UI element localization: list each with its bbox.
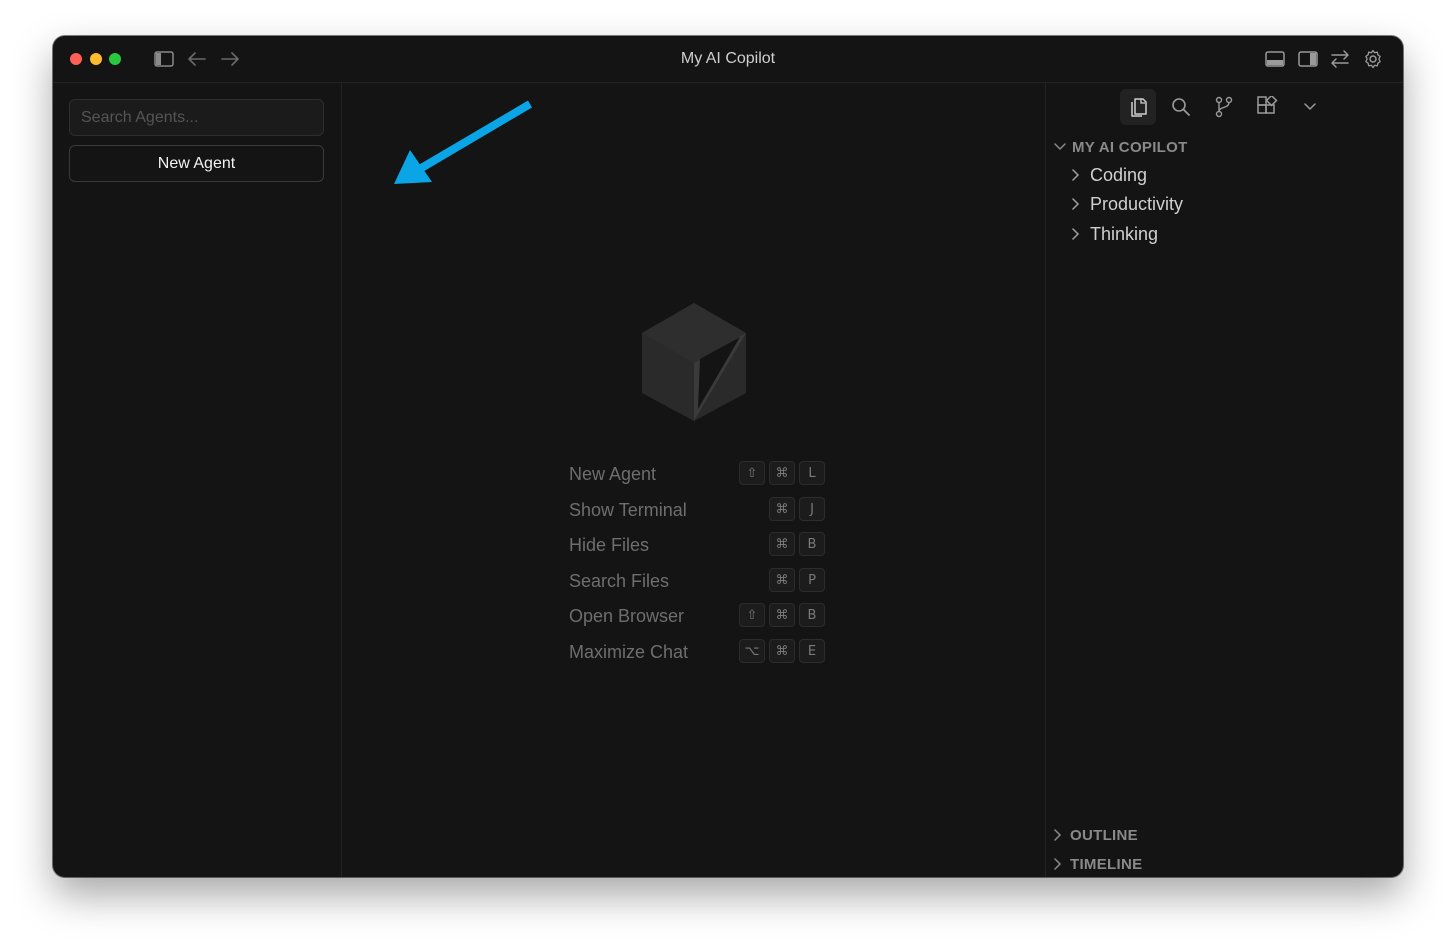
new-agent-button[interactable]: New Agent bbox=[69, 145, 324, 182]
chevron-down-icon bbox=[1054, 143, 1066, 151]
shortcut-key: B bbox=[799, 603, 825, 627]
shortcut-label: New Agent bbox=[569, 464, 657, 484]
timeline-label: TIMELINE bbox=[1070, 855, 1143, 873]
timeline-section[interactable]: TIMELINE bbox=[1054, 854, 1142, 874]
shortcut-row: Maximize Chat ⌥ ⌘ E bbox=[569, 639, 825, 665]
tree-item-coding[interactable]: Coding bbox=[1072, 163, 1147, 187]
tree-item-label: Productivity bbox=[1090, 193, 1184, 214]
extensions-icon[interactable] bbox=[1249, 89, 1285, 125]
tree-item-productivity[interactable]: Productivity bbox=[1072, 192, 1183, 216]
shortcut-keys: ⇧ ⌘ L bbox=[739, 461, 825, 485]
chevron-right-icon bbox=[1072, 169, 1080, 181]
tree-header-label: MY AI COPILOT bbox=[1072, 138, 1188, 156]
shortcut-key: ⌘ bbox=[769, 639, 795, 663]
shortcut-label: Hide Files bbox=[569, 535, 650, 555]
shortcut-row: New Agent ⇧ ⌘ L bbox=[569, 461, 825, 487]
chevron-right-icon bbox=[1054, 858, 1062, 870]
explorer-panel: MY AI COPILOT Coding Productivity Thinki… bbox=[1045, 83, 1403, 877]
shortcut-key: ⌘ bbox=[769, 497, 795, 521]
swap-arrows-icon[interactable] bbox=[1329, 48, 1351, 70]
shortcut-key: ⇧ bbox=[739, 461, 765, 485]
shortcut-key: ⌘ bbox=[769, 568, 795, 592]
shortcut-row: Open Browser ⇧ ⌘ B bbox=[569, 603, 825, 629]
shortcut-label: Show Terminal bbox=[569, 500, 687, 520]
shortcut-keys: ⌘ B bbox=[769, 532, 825, 556]
chevron-right-icon bbox=[1054, 829, 1062, 841]
cube-logo-icon bbox=[640, 301, 748, 428]
settings-gear-icon[interactable] bbox=[1362, 48, 1384, 70]
shortcut-key: L bbox=[799, 461, 825, 485]
shortcut-key: ⌘ bbox=[769, 532, 795, 556]
toggle-right-panel-icon[interactable] bbox=[1297, 48, 1319, 70]
shortcut-row: Search Files ⌘ P bbox=[569, 568, 825, 594]
shortcut-row: Hide Files ⌘ B bbox=[569, 532, 825, 558]
shortcut-keys: ⌘ J bbox=[769, 497, 825, 521]
shortcut-label: Maximize Chat bbox=[569, 642, 689, 662]
shortcut-key: J bbox=[799, 497, 825, 521]
shortcut-key: ⇧ bbox=[739, 603, 765, 627]
shortcut-key: ⌘ bbox=[769, 461, 795, 485]
tree-item-thinking[interactable]: Thinking bbox=[1072, 222, 1158, 246]
shortcut-keys: ⌘ P bbox=[769, 568, 825, 592]
chevron-right-icon bbox=[1072, 198, 1080, 210]
shortcut-label: Open Browser bbox=[569, 606, 685, 626]
tree-item-label: Coding bbox=[1090, 164, 1148, 185]
tree-item-label: Thinking bbox=[1090, 223, 1159, 244]
agents-sidebar: New Agent bbox=[53, 83, 342, 877]
shortcut-key: E bbox=[799, 639, 825, 663]
app-window: My AI Copilot New Agent New Agent⇧⌘LS bbox=[53, 36, 1403, 877]
shortcut-label: Search Files bbox=[569, 571, 670, 591]
chevron-down-icon[interactable] bbox=[1292, 89, 1328, 125]
window-title: My AI Copilot bbox=[680, 50, 776, 67]
shortcut-key: B bbox=[799, 532, 825, 556]
chevron-right-icon bbox=[1072, 228, 1080, 240]
outline-section[interactable]: OUTLINE bbox=[1054, 825, 1138, 845]
shortcut-row: Show Terminal ⌘ J bbox=[569, 497, 825, 523]
files-icon[interactable] bbox=[1120, 89, 1156, 125]
outline-label: OUTLINE bbox=[1070, 826, 1138, 844]
annotation-arrow-icon bbox=[388, 98, 538, 203]
search-icon[interactable] bbox=[1163, 89, 1199, 125]
title-bar: My AI Copilot bbox=[53, 36, 1403, 83]
shortcut-keys: ⌥ ⌘ E bbox=[739, 639, 825, 663]
shortcut-key: P bbox=[799, 568, 825, 592]
shortcut-keys: ⇧ ⌘ B bbox=[739, 603, 825, 627]
source-control-icon[interactable] bbox=[1206, 89, 1242, 125]
shortcut-key: ⌘ bbox=[769, 603, 795, 627]
toggle-bottom-panel-icon[interactable] bbox=[1264, 48, 1286, 70]
tree-header-my-ai-copilot[interactable]: MY AI COPILOT bbox=[1054, 137, 1188, 157]
search-agents-input[interactable] bbox=[69, 99, 324, 136]
shortcut-key: ⌥ bbox=[739, 639, 765, 663]
